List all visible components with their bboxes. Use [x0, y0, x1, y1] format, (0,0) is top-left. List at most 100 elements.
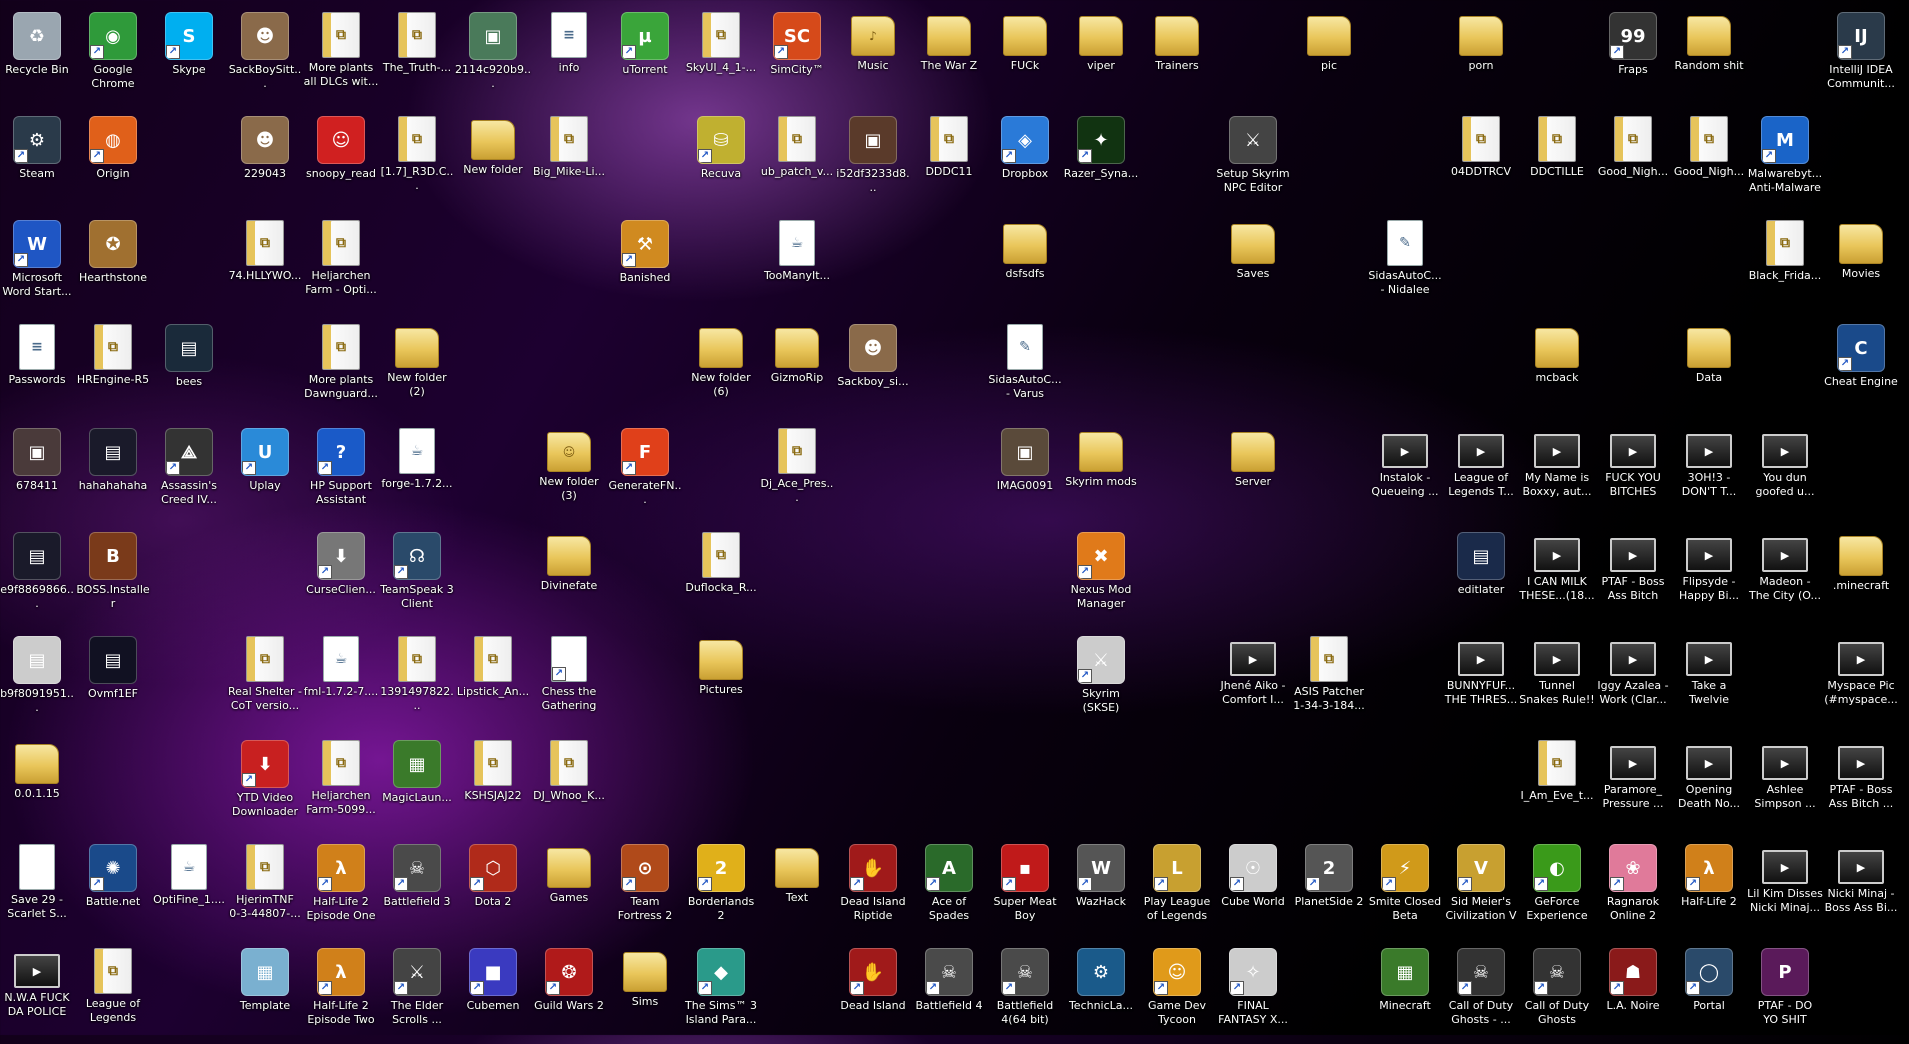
desktop-icon[interactable]: ◯ ↗ Portal [1671, 944, 1747, 1044]
desktop-icon[interactable]: ? ↗ HP Support Assistant [303, 424, 379, 524]
desktop-icon[interactable]: ☠ ↗ Call of Duty Ghosts - ... [1443, 944, 1519, 1044]
desktop-icon[interactable]: ▣ 678411 [0, 424, 75, 524]
desktop-icon[interactable]: ⚡ ↗ Smite Closed Beta [1367, 840, 1443, 940]
desktop-icon[interactable]: ♪ Music [835, 8, 911, 108]
desktop-icon[interactable]: ▶ N.W.A FUCK DA POLICE [0, 944, 75, 1044]
desktop-icon[interactable]: ▣ IMAG0091 [987, 424, 1063, 524]
desktop-icon[interactable]: ⧉ SkyUI_4_1-... [683, 8, 759, 108]
desktop-icon[interactable]: SC ↗ SimCity™ [759, 8, 835, 108]
desktop-icon[interactable]: ⧉ ub_patch_v... [759, 112, 835, 212]
desktop-icon[interactable]: ≡ Passwords [0, 320, 75, 420]
desktop-icon[interactable]: ▤ b9f8091951... [0, 632, 75, 732]
desktop-icon[interactable]: ▶ Flipsyde - Happy Bi... [1671, 528, 1747, 628]
desktop-icon[interactable]: ◐ ↗ GeForce Experience [1519, 840, 1595, 940]
desktop-icon[interactable]: Pictures [683, 632, 759, 732]
desktop-icon[interactable]: Server [1215, 424, 1291, 524]
desktop-icon[interactable]: ▶ Jhené Aiko - Comfort I... [1215, 632, 1291, 732]
desktop-icon[interactable]: ✪ Hearthstone [75, 216, 151, 316]
desktop-icon[interactable]: mcback [1519, 320, 1595, 420]
desktop-icon[interactable]: ⧉ DDCTILLE [1519, 112, 1595, 212]
desktop-icon[interactable]: ▣ 2114c920b9... [455, 8, 531, 108]
desktop-icon[interactable]: New folder [455, 112, 531, 212]
desktop-icon[interactable]: ▶ PTAF - Boss Ass Bitch ... [1823, 736, 1899, 836]
desktop-icon[interactable]: ☻ SackBoySitt... [227, 8, 303, 108]
desktop-icon[interactable]: ▶ PTAF - Boss Ass Bitch [1595, 528, 1671, 628]
desktop-icon[interactable]: Random shit [1671, 8, 1747, 108]
desktop-icon[interactable]: dsfsdfs [987, 216, 1063, 316]
desktop-icon[interactable]: ▤ editlater [1443, 528, 1519, 628]
desktop-icon[interactable]: ⚔ ↗ The Elder Scrolls ... [379, 944, 455, 1044]
desktop-icon[interactable]: Text [759, 840, 835, 940]
desktop-icon[interactable]: ⧉ HREngine-R5 [75, 320, 151, 420]
desktop-icon[interactable]: ☻ Sackboy_si... [835, 320, 911, 420]
desktop-icon[interactable]: V ↗ Sid Meier's Civilization V [1443, 840, 1519, 940]
desktop-icon[interactable]: ✧ ↗ FINAL FANTASY X... [1215, 944, 1291, 1044]
desktop-icon[interactable]: ▶ League of Legends T... [1443, 424, 1519, 524]
desktop-icon[interactable]: ▪ ↗ Super Meat Boy [987, 840, 1063, 940]
desktop-icon[interactable]: ⧉ [1.7]_R3D.C... [379, 112, 455, 212]
desktop-icon[interactable]: ▶ Opening Death No... [1671, 736, 1747, 836]
desktop-icon[interactable]: ✎ SidasAutoC... - Nidalee [1367, 216, 1443, 316]
desktop-icon[interactable]: 0.0.1.15 [0, 736, 75, 836]
desktop-icon[interactable]: ⧉ Big_Mike-Li... [531, 112, 607, 212]
desktop-icon[interactable]: S ↗ Skype [151, 8, 227, 108]
desktop-icon[interactable]: pic [1291, 8, 1367, 108]
desktop-icon[interactable]: ⧉ Dj_Ace_Pres... [759, 424, 835, 524]
desktop-icon[interactable]: ▶ Madeon - The City (O... [1747, 528, 1823, 628]
desktop-icon[interactable]: ▶ FUCK YOU BITCHES [1595, 424, 1671, 524]
desktop-icon[interactable]: Movies [1823, 216, 1899, 316]
desktop-icon[interactable]: ⧉ DJ_Whoo_K... [531, 736, 607, 836]
desktop-icon[interactable]: ⬇ ↗ CurseClien... [303, 528, 379, 628]
desktop-icon[interactable]: ▦ MagicLaun... [379, 736, 455, 836]
desktop-icon[interactable]: ⧉ Heljarchen Farm-5099... [303, 736, 379, 836]
desktop-icon[interactable]: ⧉ Duflocka_R... [683, 528, 759, 628]
desktop-icon[interactable]: The War Z [911, 8, 987, 108]
desktop-icon[interactable]: ◍ ↗ Origin [75, 112, 151, 212]
desktop-icon[interactable]: ⚔ Setup Skyrim NPC Editor [1215, 112, 1291, 212]
desktop-icon[interactable]: .minecraft [1823, 528, 1899, 628]
desktop-icon[interactable]: IJ ↗ IntelliJ IDEA Communit... [1823, 8, 1899, 108]
desktop-icon[interactable]: ▶ Instalok - Queueing ... [1367, 424, 1443, 524]
desktop-icon[interactable]: ▤ bees [151, 320, 227, 420]
desktop-icon[interactable]: ⚙ ↗ Steam [0, 112, 75, 212]
desktop-icon[interactable]: λ ↗ Half-Life 2 Episode One [303, 840, 379, 940]
desktop-icon[interactable]: ▦ Template [227, 944, 303, 1044]
desktop-icon[interactable]: λ ↗ Half-Life 2 [1671, 840, 1747, 940]
desktop-icon[interactable]: ✋ ↗ Dead Island Riptide [835, 840, 911, 940]
desktop-icon[interactable]: ✺ ↗ Battle.net [75, 840, 151, 940]
desktop-icon[interactable]: New folder (6) [683, 320, 759, 420]
desktop-icon[interactable]: U ↗ Uplay [227, 424, 303, 524]
desktop-icon[interactable]: ▶ 3OH!3 - DON'T T... [1671, 424, 1747, 524]
desktop-icon[interactable]: ≡ info [531, 8, 607, 108]
desktop-icon[interactable]: ☗ ↗ L.A. Noire [1595, 944, 1671, 1044]
desktop-icon[interactable]: ⧉ KSHSJAJ22 [455, 736, 531, 836]
desktop-icon[interactable]: ◈ ↗ Dropbox [987, 112, 1063, 212]
desktop-icon[interactable]: ☉ ↗ Cube World [1215, 840, 1291, 940]
desktop-icon[interactable]: ▣ i52df3233d8... [835, 112, 911, 212]
desktop-icon[interactable]: porn [1443, 8, 1519, 108]
desktop-icon[interactable]: ⧉ Good_Nigh... [1671, 112, 1747, 212]
desktop-icon[interactable]: ⧉ Real Shelter - CoT versio... [227, 632, 303, 732]
desktop-icon[interactable]: ⚙ TechnicLa... [1063, 944, 1139, 1044]
desktop-icon[interactable]: F ↗ GenerateFN... [607, 424, 683, 524]
desktop-icon[interactable]: ▶ BUNNYFUF... THE THRES... [1443, 632, 1519, 732]
desktop-icon[interactable]: ☊ ↗ TeamSpeak 3 Client [379, 528, 455, 628]
desktop-icon[interactable]: ☺ ↗ Game Dev Tycoon [1139, 944, 1215, 1044]
desktop-icon[interactable]: ☺ New folder (3) [531, 424, 607, 524]
desktop-icon[interactable]: Trainers [1139, 8, 1215, 108]
desktop-icon[interactable]: A ↗ Ace of Spades [911, 840, 987, 940]
desktop-icon[interactable]: 99 ↗ Fraps [1595, 8, 1671, 108]
desktop-icon[interactable]: ⧉ More plants Dawnguard... [303, 320, 379, 420]
desktop-icon[interactable]: ☕ fml-1.7.2-7.... [303, 632, 379, 732]
desktop-icon[interactable]: λ ↗ Half-Life 2 Episode Two [303, 944, 379, 1044]
desktop-icon[interactable]: ⧉ 04DDTRCV [1443, 112, 1519, 212]
desktop-icon[interactable]: ◆ ↗ The Sims™ 3 Island Para... [683, 944, 759, 1044]
desktop-icon[interactable]: ⚒ ↗ Banished [607, 216, 683, 316]
desktop-icon[interactable]: ▦ Minecraft [1367, 944, 1443, 1044]
desktop-icon[interactable]: ✋ ↗ Dead Island [835, 944, 911, 1044]
desktop-icon[interactable]: ⧉ 74.HLLYWO... [227, 216, 303, 316]
desktop-icon[interactable]: ☻ 229043 [227, 112, 303, 212]
desktop-icon[interactable]: ↗ Chess the Gathering [531, 632, 607, 732]
desktop-icon[interactable]: Skyrim mods [1063, 424, 1139, 524]
desktop-icon[interactable]: ▤ e9f8869866... [0, 528, 75, 628]
